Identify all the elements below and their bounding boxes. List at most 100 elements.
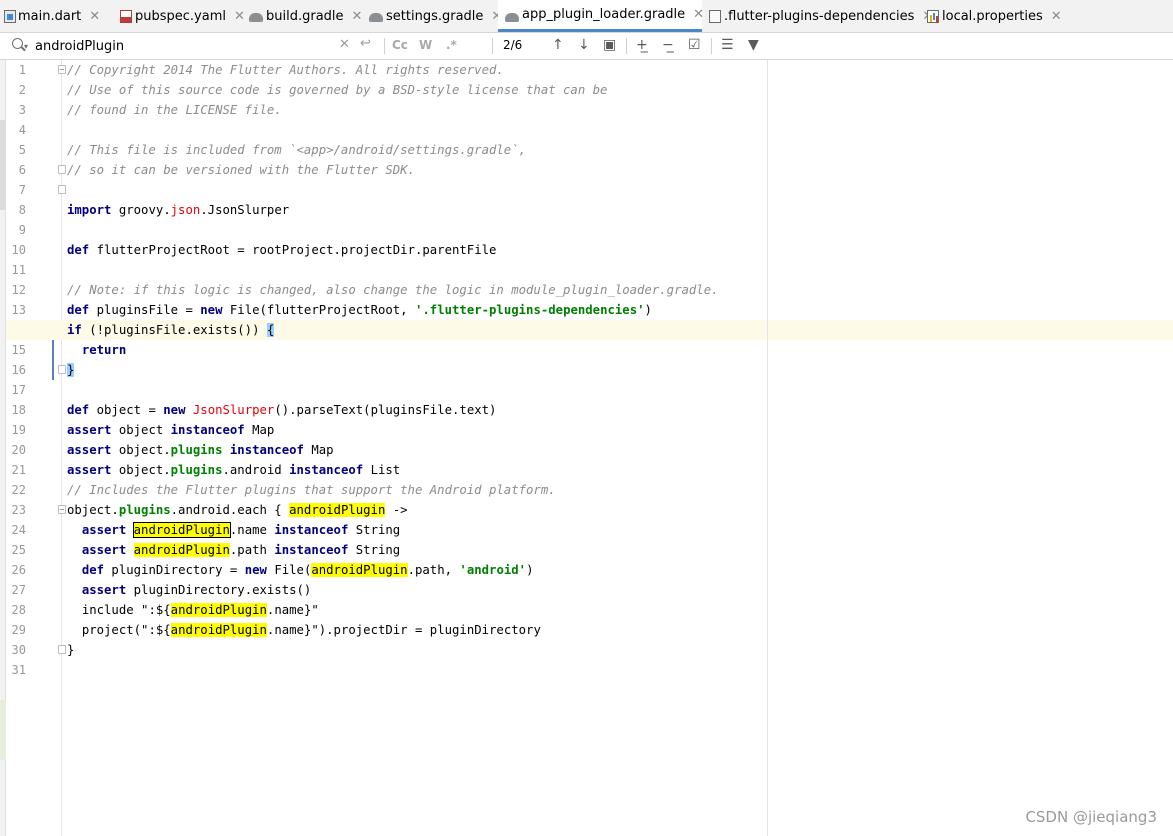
tab-label: app_plugin_loader.gradle	[522, 7, 686, 22]
code-editor[interactable]: // Copyright 2014 The Flutter Authors. A…	[6, 60, 1173, 836]
yaml-file-icon	[120, 10, 132, 23]
previous-occurrence-icon[interactable]: ↑	[552, 37, 564, 53]
code-line-21: assert object.plugins.android instanceof…	[67, 463, 401, 477]
line-number: 10	[11, 243, 26, 257]
match-case-toggle[interactable]: Cc	[392, 38, 408, 52]
regex-toggle[interactable]: .*	[446, 38, 457, 52]
select-all-occurrences-icon[interactable]: ☑	[688, 37, 701, 53]
close-icon[interactable]: ✕	[89, 9, 100, 24]
whole-words-toggle[interactable]: W	[419, 38, 432, 52]
code-line-6: // so it can be versioned with the Flutt…	[67, 163, 415, 177]
line-number: 7	[18, 183, 26, 197]
search-match: androidPlugin	[311, 563, 408, 577]
code-line-19: assert object instanceof Map	[67, 423, 275, 437]
search-match: androidPlugin	[289, 503, 386, 517]
code-line-15: return	[81, 343, 127, 357]
context-options-icon[interactable]: ☰	[721, 37, 734, 53]
tab-pubspec-yaml[interactable]: pubspec.yaml ✕	[114, 0, 245, 32]
search-match-current: androidPlugin	[132, 522, 231, 538]
match-count: 2/6	[503, 38, 523, 52]
tab-app-plugin-loader-gradle[interactable]: app_plugin_loader.gradle ✕	[498, 0, 704, 32]
code-line-13: def pluginsFile = new File(flutterProjec…	[67, 303, 652, 317]
code-line-14: if (!pluginsFile.exists()) {	[67, 323, 275, 337]
text-file-icon	[709, 10, 721, 23]
code-line-18: def object = new JsonSlurper().parseText…	[67, 403, 497, 417]
tab-label: build.gradle	[266, 8, 344, 24]
code-line-29: project(":${androidPlugin.name}").projec…	[81, 623, 541, 637]
line-number: 8	[18, 203, 26, 217]
line-number: 3	[18, 103, 26, 117]
line-number: 4	[18, 123, 26, 137]
search-match: androidPlugin	[170, 623, 267, 637]
new-line-icon[interactable]: ↩	[360, 36, 371, 51]
search-history-dropdown-icon[interactable]: ▾	[24, 42, 28, 51]
code-line-2: // Use of this source code is governed b…	[67, 83, 608, 97]
gradle-elephant-icon	[505, 13, 519, 22]
tab-label: settings.gradle	[386, 8, 484, 24]
line-number: 1	[18, 63, 26, 77]
code-line-3: // found in the LICENSE file.	[67, 103, 282, 117]
code-line-8: import groovy.json.JsonSlurper	[67, 203, 290, 217]
code-line-10: def flutterProjectRoot = rootProject.pro…	[67, 243, 497, 257]
watermark: CSDN @jieqiang3	[1025, 808, 1157, 826]
line-number: 6	[18, 163, 26, 177]
line-number: 15	[11, 343, 26, 357]
tab-local-properties[interactable]: local.properties ✕	[922, 0, 1062, 32]
tab-settings-gradle[interactable]: settings.gradle ✕	[363, 0, 502, 32]
tab-label: .flutter-plugins-dependencies	[724, 8, 915, 24]
search-input[interactable]	[35, 36, 335, 56]
line-number-gutter[interactable]: 1 2 3 4 5 6 7 8 9 10 11 12 13 14 15 16 1…	[6, 60, 66, 836]
dart-file-icon	[4, 10, 16, 23]
line-number: 16	[11, 363, 26, 377]
code-line-28: include ":${androidPlugin.name}"	[81, 603, 319, 617]
code-line-16: }	[67, 363, 75, 377]
remove-occurrence-icon[interactable]: −̲	[662, 37, 674, 53]
right-margin-guide	[767, 60, 768, 836]
find-bar: ▾ ✕ ↩ Cc W .* 2/6 ↑ ↓ ▣ +̲ −̲ ☑ ☰ ▼	[0, 33, 1173, 60]
code-line-26: def pluginDirectory = new File(androidPl…	[81, 563, 534, 577]
line-number: 23	[11, 503, 26, 517]
line-number: 2	[18, 83, 26, 97]
tab-label: main.dart	[18, 8, 82, 24]
open-in-window-icon[interactable]: ▣	[603, 37, 616, 53]
tab-main-dart[interactable]: main.dart ✕	[0, 0, 114, 32]
line-number: 13	[11, 303, 26, 317]
next-occurrence-icon[interactable]: ↓	[578, 37, 590, 53]
line-number: 31	[11, 663, 26, 677]
code-line-30: }	[67, 643, 75, 657]
code-line-23: object.plugins.android.each { androidPlu…	[67, 503, 408, 517]
clear-search-icon[interactable]: ✕	[339, 37, 350, 52]
line-number: 19	[11, 423, 26, 437]
toolbar-separator	[626, 38, 627, 54]
tab-label: pubspec.yaml	[135, 8, 226, 24]
tab-label: local.properties	[942, 8, 1043, 24]
line-number: 24	[11, 523, 26, 537]
search-match: androidPlugin	[133, 543, 230, 557]
line-number: 27	[11, 583, 26, 597]
editor-tab-bar: main.dart ✕ pubspec.yaml ✕ build.gradle …	[0, 0, 1173, 33]
line-number: 21	[11, 463, 26, 477]
filter-icon[interactable]: ▼	[748, 37, 759, 53]
close-icon[interactable]: ✕	[1051, 9, 1062, 24]
code-line-20: assert object.plugins instanceof Map	[67, 443, 334, 457]
code-line-27: assert pluginDirectory.exists()	[81, 583, 312, 597]
tab-flutter-plugins-dependencies[interactable]: .flutter-plugins-dependencies ✕	[702, 0, 933, 32]
code-line-5: // This file is included from `<app>/and…	[67, 143, 527, 157]
line-number: 9	[18, 223, 26, 237]
line-number: 20	[11, 443, 26, 457]
close-icon[interactable]: ✕	[352, 9, 363, 24]
line-number: 30	[11, 643, 26, 657]
search-icon[interactable]	[12, 38, 23, 49]
code-line-24: assert androidPlugin.name instanceof Str…	[81, 522, 401, 538]
properties-file-icon	[927, 10, 939, 23]
line-number: 17	[11, 383, 26, 397]
toolbar-separator	[492, 38, 493, 54]
gradle-elephant-icon	[249, 13, 263, 22]
line-number: 11	[11, 263, 26, 277]
line-number: 28	[11, 603, 26, 617]
search-match: androidPlugin	[170, 603, 267, 617]
code-line-12: // Note: if this logic is changed, also …	[67, 283, 719, 297]
tab-build-gradle[interactable]: build.gradle ✕	[243, 0, 363, 32]
code-line-25: assert androidPlugin.path instanceof Str…	[81, 543, 401, 557]
add-occurrence-icon[interactable]: +̲	[636, 37, 648, 53]
